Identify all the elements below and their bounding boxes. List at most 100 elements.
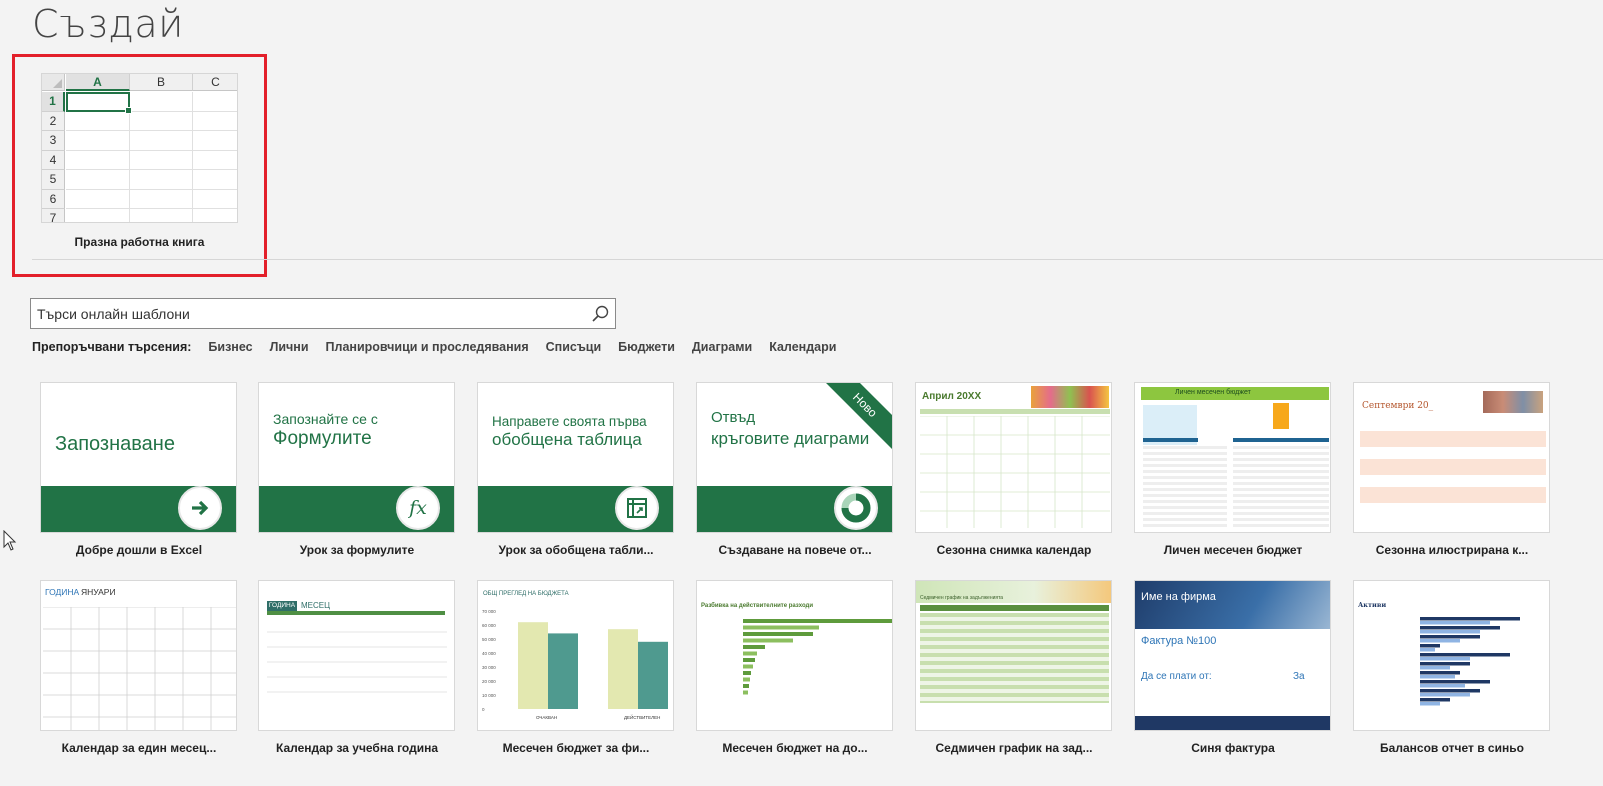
template-search-box[interactable] bbox=[30, 298, 616, 329]
suggested-link-personal[interactable]: Лични bbox=[270, 340, 309, 354]
suggested-link-calendars[interactable]: Календари bbox=[769, 340, 836, 354]
y-tick-label: 30 000 bbox=[482, 665, 496, 670]
expense-table bbox=[1143, 446, 1227, 530]
calendar-grid bbox=[43, 607, 236, 730]
budget-heading: Личен месечен бюджет bbox=[1175, 389, 1251, 396]
arrow-right-icon bbox=[178, 486, 222, 530]
template-label: Синя фактура bbox=[1191, 741, 1275, 755]
bar bbox=[1420, 617, 1520, 621]
calendar-month: МЕСЕЦ bbox=[301, 601, 331, 610]
template-thumbnail: Направете своята първа обобщена таблица bbox=[477, 382, 674, 533]
template-tile-pie-charts[interactable]: Ново Отвъд кръговите диаграми Създаване … bbox=[696, 382, 894, 557]
grid-cell bbox=[130, 131, 193, 151]
budget-bar-chart: 70 000 60 000 50 000 40 000 30 000 20 000 10 0… bbox=[482, 609, 668, 720]
template-tile-chores-schedule[interactable]: Седмичен график на задълженията Седмичен… bbox=[915, 580, 1113, 755]
template-tile-one-month-calendar[interactable]: ГОДИНА ЯНУАРИ Календар за един месец... bbox=[40, 580, 238, 755]
bar bbox=[1420, 675, 1455, 679]
bar bbox=[1420, 639, 1460, 643]
bar bbox=[1420, 680, 1490, 684]
bar bbox=[743, 690, 748, 695]
template-label: Балансов отчет в синьо bbox=[1380, 741, 1524, 755]
template-thumbnail: Активи bbox=[1353, 580, 1550, 731]
bar bbox=[1420, 689, 1480, 693]
bar bbox=[548, 633, 578, 709]
y-tick-label: 0 bbox=[482, 707, 485, 712]
schedule-table bbox=[920, 613, 1109, 703]
select-all-corner bbox=[42, 74, 65, 91]
mouse-pointer-icon bbox=[3, 530, 17, 551]
template-thumbnail: ГОДИНА МЕСЕЦ bbox=[258, 580, 455, 731]
template-tile-school-year-calendar[interactable]: ГОДИНА МЕСЕЦ Календар за учебна година bbox=[258, 580, 456, 755]
grid-cell bbox=[193, 151, 237, 170]
calendar-row bbox=[1360, 487, 1546, 503]
grid-cell bbox=[130, 92, 193, 112]
template-title: Запознаване bbox=[55, 433, 175, 455]
suggested-link-planners[interactable]: Планировчици и проследявания bbox=[326, 340, 529, 354]
bill-to-heading: Да се плати от: bbox=[1141, 671, 1212, 682]
y-tick-label: 70 000 bbox=[482, 609, 496, 614]
selected-cell-a1 bbox=[66, 92, 132, 114]
suggested-link-lists[interactable]: Списъци bbox=[546, 340, 602, 354]
template-tile-home-budget[interactable]: Разбивка на действителните разходи Месеч… bbox=[696, 580, 894, 755]
grid-cell bbox=[193, 131, 237, 151]
template-thumbnail: Запознаване bbox=[40, 382, 237, 533]
bar bbox=[743, 645, 765, 649]
search-input[interactable] bbox=[37, 303, 577, 325]
bar bbox=[743, 619, 892, 623]
template-thumbnail: Запознайте се с Формулите fx bbox=[258, 382, 455, 533]
grid-cell bbox=[130, 209, 193, 222]
bar bbox=[743, 651, 757, 656]
bar bbox=[1420, 666, 1450, 670]
template-tile-personal-budget[interactable]: Личен месечен бюджет Личен месечен бюдже… bbox=[1134, 382, 1332, 557]
template-tile-pivot[interactable]: Направете своята първа обобщена таблица … bbox=[477, 382, 675, 557]
row-header-1: 1 bbox=[42, 92, 65, 112]
template-label: Добре дошли в Excel bbox=[75, 543, 203, 557]
weekday-header bbox=[267, 611, 445, 615]
flowers-image bbox=[1031, 386, 1109, 408]
template-thumbnail: Личен месечен бюджет bbox=[1134, 382, 1331, 533]
template-label: Личен месечен бюджет bbox=[1163, 543, 1303, 557]
template-thumbnail: ОБЩ ПРЕГЛЕД НА БЮДЖЕТА 70 000 60 000 50 00… bbox=[477, 580, 674, 731]
template-label: Месечен бюджет на до... bbox=[722, 741, 868, 755]
bar bbox=[1420, 657, 1470, 661]
template-title-line1: Отвъд bbox=[711, 409, 756, 426]
bar bbox=[1420, 693, 1470, 697]
calendar-grid bbox=[267, 631, 447, 693]
company-name: Име на фирма bbox=[1141, 591, 1216, 603]
suggested-link-charts[interactable]: Диаграми bbox=[692, 340, 752, 354]
chart-title: ОБЩ ПРЕГЛЕД НА БЮДЖЕТА bbox=[483, 591, 569, 597]
bar bbox=[743, 677, 750, 682]
template-label: Сезонна илюстрирана к... bbox=[1375, 543, 1529, 557]
bar bbox=[743, 671, 751, 675]
page-title: Създай bbox=[32, 2, 184, 46]
blank-workbook-thumbnail: A B C 1 2 3 4 5 6 7 bbox=[41, 73, 238, 223]
blank-workbook-tile[interactable]: A B C 1 2 3 4 5 6 7 Празна работна книга bbox=[12, 54, 267, 277]
template-tile-family-budget[interactable]: ОБЩ ПРЕГЛЕД НА БЮДЖЕТА 70 000 60 000 50 00… bbox=[477, 580, 675, 755]
grid-cell bbox=[130, 150, 193, 170]
grid-cell bbox=[66, 111, 130, 131]
bar bbox=[1420, 684, 1465, 688]
suggested-link-budgets[interactable]: Бюджети bbox=[618, 340, 675, 354]
template-tile-welcome[interactable]: Запознаване Добре дошли в Excel bbox=[40, 382, 238, 557]
calendar-grid bbox=[920, 416, 1110, 528]
suggested-searches-label: Препоръчвани търсения: bbox=[32, 340, 192, 354]
invoice-header-image bbox=[1135, 581, 1330, 629]
bar bbox=[1420, 671, 1460, 675]
suggested-link-business[interactable]: Бизнес bbox=[208, 340, 252, 354]
template-tile-balance-sheet[interactable]: Активи Балансов отчет в синьо bbox=[1353, 580, 1551, 755]
calendar-row bbox=[1360, 459, 1546, 475]
template-label: Месечен бюджет за фи... bbox=[502, 741, 650, 755]
template-tile-formulas[interactable]: Запознайте се с Формулите fx Урок за фор… bbox=[258, 382, 456, 557]
grid-cell bbox=[193, 170, 237, 190]
search-icon[interactable] bbox=[591, 305, 609, 323]
bar bbox=[608, 629, 638, 709]
template-label: Урок за формулите bbox=[299, 543, 415, 557]
template-tile-seasonal-calendar[interactable]: Април 20XX Сезонна снимка календар bbox=[915, 382, 1113, 557]
bar bbox=[743, 638, 793, 643]
grid-cell bbox=[66, 150, 130, 170]
bar bbox=[638, 641, 668, 709]
row-header-6: 6 bbox=[42, 189, 65, 209]
template-tile-illustrated-calendar[interactable]: Септември 20_ Сезонна илюстрирана к... bbox=[1353, 382, 1551, 557]
template-tile-blue-invoice[interactable]: Име на фирма Фактура №100 Да се плати от… bbox=[1134, 580, 1332, 755]
y-tick-label: 60 000 bbox=[482, 623, 496, 628]
